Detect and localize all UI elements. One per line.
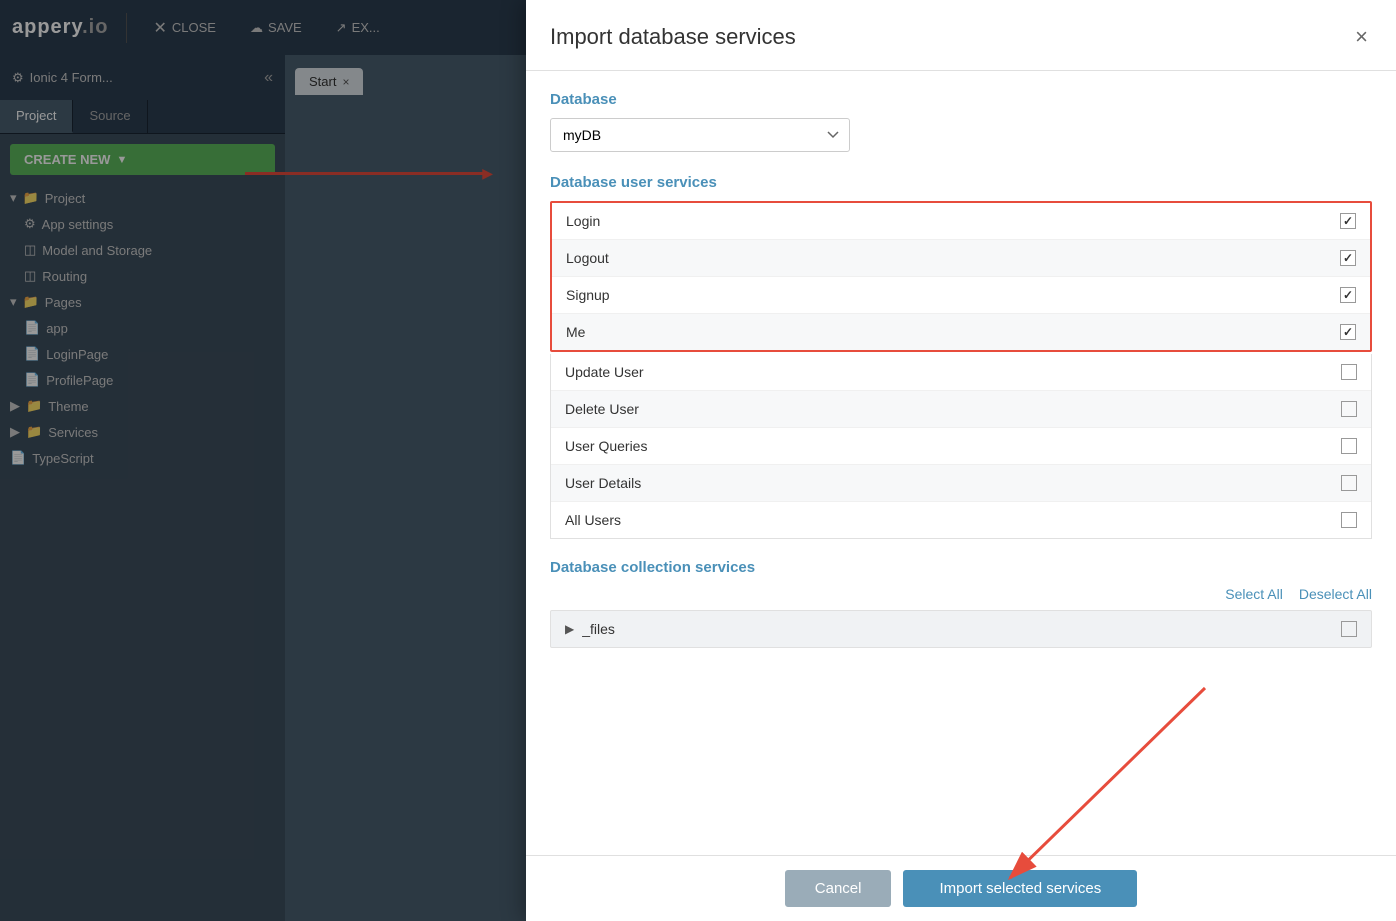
service-checkbox-me[interactable] — [1340, 324, 1356, 340]
database-label: Database — [550, 91, 1372, 108]
service-row-update-user: Update User — [551, 354, 1371, 391]
modal-overlay: Import database services × Database myDB… — [0, 0, 1396, 921]
user-services-label: Database user services — [550, 174, 1372, 191]
service-checkbox-login[interactable] — [1340, 213, 1356, 229]
import-modal: Import database services × Database myDB… — [526, 0, 1396, 921]
collection-actions: Select All Deselect All — [550, 586, 1372, 602]
database-select[interactable]: myDB testDB prodDB — [550, 118, 850, 152]
modal-footer: Cancel Import selected services — [526, 855, 1396, 921]
service-checkbox-delete-user[interactable] — [1341, 401, 1357, 417]
modal-header: Import database services × — [526, 0, 1396, 71]
collection-checkbox-files[interactable] — [1341, 621, 1357, 637]
service-row-user-details: User Details — [551, 465, 1371, 502]
select-all-link[interactable]: Select All — [1225, 586, 1283, 602]
service-row-logout: Logout — [552, 240, 1370, 277]
service-row-me: Me — [552, 314, 1370, 350]
service-row-user-queries: User Queries — [551, 428, 1371, 465]
database-section: Database myDB testDB prodDB — [550, 91, 1372, 152]
collection-services-label: Database collection services — [550, 559, 1372, 576]
service-checkbox-signup[interactable] — [1340, 287, 1356, 303]
collection-row-files: ▶ _files — [550, 610, 1372, 648]
expand-files-icon[interactable]: ▶ — [565, 622, 574, 636]
checked-services-list: Login Logout Signup Me — [550, 201, 1372, 352]
service-checkbox-user-queries[interactable] — [1341, 438, 1357, 454]
service-row-all-users: All Users — [551, 502, 1371, 538]
service-checkbox-all-users[interactable] — [1341, 512, 1357, 528]
unchecked-services-list: Update User Delete User User Queries — [550, 354, 1372, 539]
import-button[interactable]: Import selected services — [903, 870, 1137, 907]
modal-close-button[interactable]: × — [1351, 20, 1372, 54]
cancel-button[interactable]: Cancel — [785, 870, 892, 907]
service-row-signup: Signup — [552, 277, 1370, 314]
service-checkbox-user-details[interactable] — [1341, 475, 1357, 491]
service-checkbox-update-user[interactable] — [1341, 364, 1357, 380]
deselect-all-link[interactable]: Deselect All — [1299, 586, 1372, 602]
user-services-section: Database user services Login Logout Sign — [550, 174, 1372, 539]
service-row-login: Login — [552, 203, 1370, 240]
modal-title: Import database services — [550, 24, 796, 50]
service-checkbox-logout[interactable] — [1340, 250, 1356, 266]
service-row-delete-user: Delete User — [551, 391, 1371, 428]
modal-body: Database myDB testDB prodDB Database use… — [526, 71, 1396, 855]
collection-services-section: Database collection services Select All … — [550, 559, 1372, 648]
